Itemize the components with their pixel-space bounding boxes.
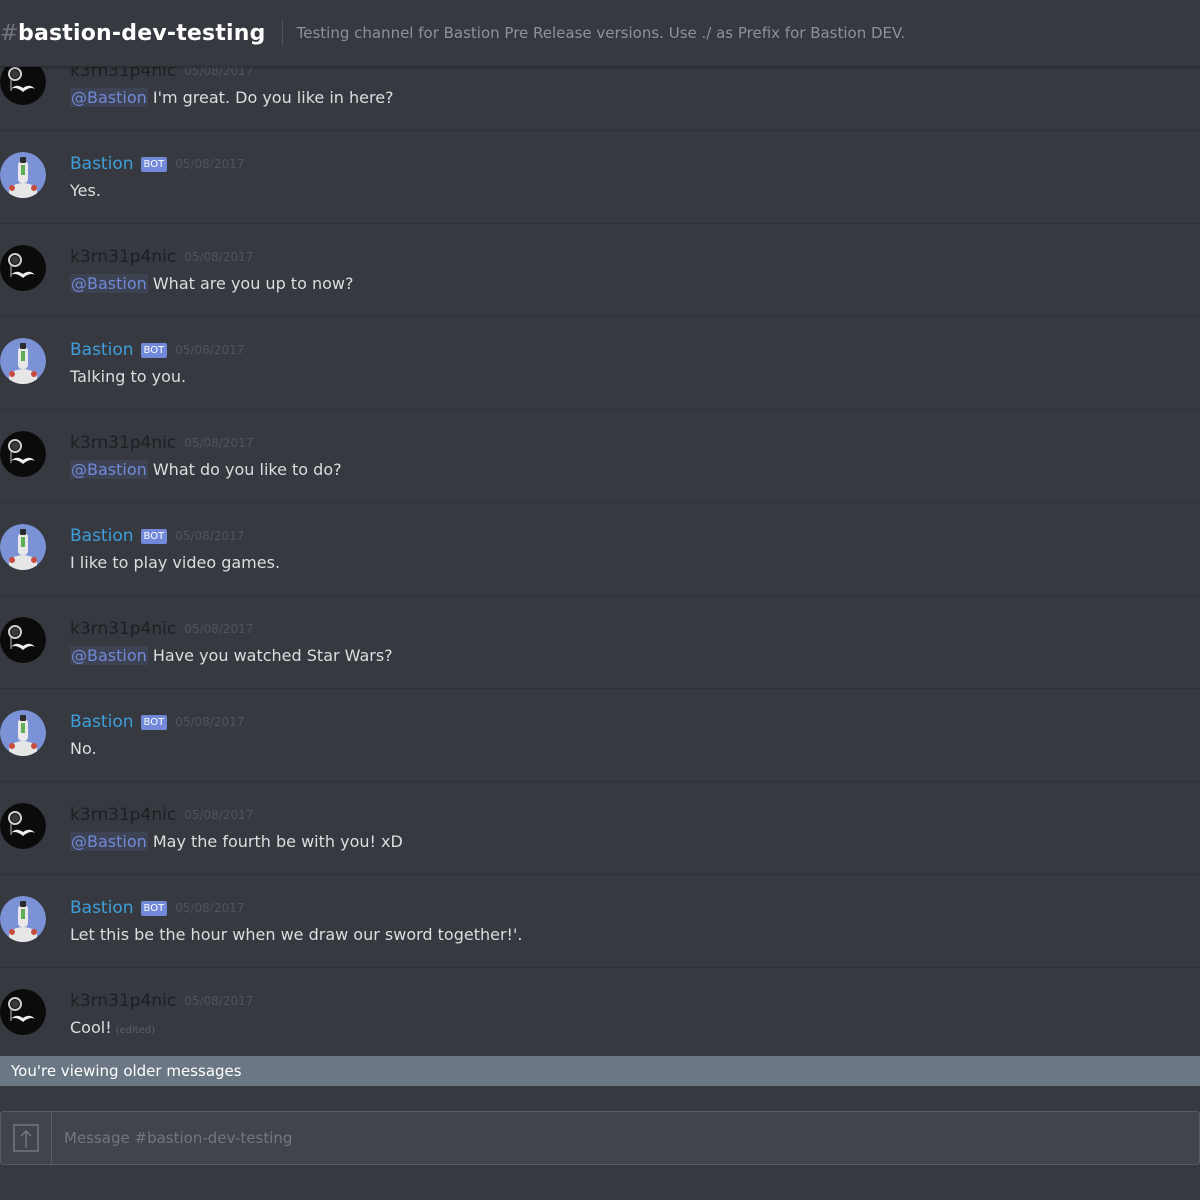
user-mention[interactable]: @Bastion	[70, 646, 148, 665]
message-author[interactable]: k3rn31p4nic	[70, 991, 176, 1011]
avatar[interactable]	[0, 524, 46, 570]
bot-tag: BOT	[140, 714, 168, 730]
message-item: Bastion BOT 05/08/2017 Talking to you.	[0, 317, 1200, 410]
message-content: @Bastion Have you watched Star Wars?	[70, 646, 393, 665]
channel-header: # bastion-dev-testing Testing channel fo…	[0, 0, 1200, 67]
message-content: @Bastion I'm great. Do you like in here?	[70, 88, 394, 107]
message-text: May the fourth be with you! xD	[147, 832, 403, 851]
message-author[interactable]: Bastion	[70, 526, 134, 546]
message-text: Talking to you.	[70, 367, 187, 386]
message-timestamp: 05/08/2017	[175, 529, 245, 543]
message-author[interactable]: Bastion	[70, 340, 134, 360]
message-item: k3rn31p4nic 05/08/2017 @Bastion Have you…	[0, 596, 1200, 689]
avatar[interactable]	[0, 245, 46, 291]
message-author[interactable]: Bastion	[70, 712, 134, 732]
channel-topic: Testing channel for Bastion Pre Release …	[296, 24, 906, 42]
edited-label: (edited)	[115, 1025, 156, 1036]
message-author[interactable]: k3rn31p4nic	[70, 247, 176, 267]
message-timestamp: 05/08/2017	[175, 343, 245, 357]
message-author[interactable]: Bastion	[70, 154, 134, 174]
bot-tag: BOT	[140, 900, 168, 916]
user-mention[interactable]: @Bastion	[70, 460, 148, 479]
message-input[interactable]	[52, 1112, 1199, 1164]
message-text: Yes.	[70, 181, 101, 200]
message-item: k3rn31p4nic 05/08/2017 Cool! (edited)	[0, 968, 1200, 1056]
message-timestamp: 05/08/2017	[184, 436, 254, 450]
message-author[interactable]: k3rn31p4nic	[70, 805, 176, 825]
avatar[interactable]	[0, 896, 46, 942]
message-item: Bastion BOT 05/08/2017 I like to play vi…	[0, 503, 1200, 596]
message-timestamp: 05/08/2017	[184, 994, 254, 1008]
message-author[interactable]: k3rn31p4nic	[70, 619, 176, 639]
message-item: Bastion BOT 05/08/2017 Yes.	[0, 131, 1200, 224]
user-mention[interactable]: @Bastion	[70, 832, 148, 851]
avatar[interactable]	[0, 803, 46, 849]
message-content: @Bastion May the fourth be with you! xD	[70, 832, 403, 851]
message-content: Cool! (edited)	[70, 1018, 155, 1037]
message-text: I like to play video games.	[70, 553, 281, 572]
message-item: Bastion BOT 05/08/2017 Let this be the h…	[0, 875, 1200, 968]
message-content: @Bastion What do you like to do?	[70, 460, 342, 479]
message-timestamp: 05/08/2017	[175, 157, 245, 171]
message-item: k3rn31p4nic 05/08/2017 @Bastion What do …	[0, 410, 1200, 503]
message-timestamp: 05/08/2017	[175, 715, 245, 729]
message-content: I like to play video games.	[70, 553, 280, 572]
message-text: What do you like to do?	[147, 460, 342, 479]
channel-hash-icon: #	[0, 20, 19, 46]
message-timestamp: 05/08/2017	[184, 250, 254, 264]
avatar[interactable]	[0, 617, 46, 663]
avatar[interactable]	[0, 152, 46, 198]
channel-name: bastion-dev-testing	[18, 20, 266, 46]
message-text: Let this be the hour when we draw our sw…	[70, 925, 523, 944]
header-divider	[281, 20, 283, 46]
message-text: I'm great. Do you like in here?	[147, 88, 394, 107]
avatar[interactable]	[0, 989, 46, 1035]
avatar[interactable]	[0, 710, 46, 756]
message-text: Cool!	[70, 1018, 112, 1037]
message-item: k3rn31p4nic 05/08/2017 @Bastion What are…	[0, 224, 1200, 317]
message-text: No.	[70, 739, 97, 758]
message-content: Let this be the hour when we draw our sw…	[70, 925, 522, 944]
user-mention[interactable]: @Bastion	[70, 274, 148, 293]
upload-icon	[13, 1124, 39, 1152]
message-text: What are you up to now?	[147, 274, 354, 293]
user-mention[interactable]: @Bastion	[70, 88, 148, 107]
older-messages-label: You're viewing older messages	[11, 1062, 242, 1080]
message-author[interactable]: k3rn31p4nic	[70, 433, 176, 453]
message-timestamp: 05/08/2017	[184, 808, 254, 822]
message-list[interactable]: k3rn31p4nic 05/08/2017 @Bastion I'm grea…	[0, 56, 1200, 1056]
bot-tag: BOT	[140, 342, 168, 358]
upload-button[interactable]	[1, 1112, 52, 1164]
older-messages-bar[interactable]: You're viewing older messages	[0, 1056, 1200, 1086]
bot-tag: BOT	[140, 528, 168, 544]
message-item: Bastion BOT 05/08/2017 No.	[0, 689, 1200, 782]
avatar[interactable]	[0, 338, 46, 384]
message-content: @Bastion What are you up to now?	[70, 274, 353, 293]
message-item: k3rn31p4nic 05/08/2017 @Bastion May the …	[0, 782, 1200, 875]
message-text: Have you watched Star Wars?	[147, 646, 393, 665]
bot-tag: BOT	[140, 156, 168, 172]
message-content: Talking to you.	[70, 367, 186, 386]
message-item: k3rn31p4nic 05/08/2017 @Bastion I'm grea…	[0, 56, 1200, 131]
message-content: No.	[70, 739, 97, 758]
avatar[interactable]	[0, 431, 46, 477]
message-composer	[0, 1111, 1200, 1165]
message-timestamp: 05/08/2017	[184, 622, 254, 636]
message-author[interactable]: Bastion	[70, 898, 134, 918]
message-content: Yes.	[70, 181, 101, 200]
message-timestamp: 05/08/2017	[175, 901, 245, 915]
